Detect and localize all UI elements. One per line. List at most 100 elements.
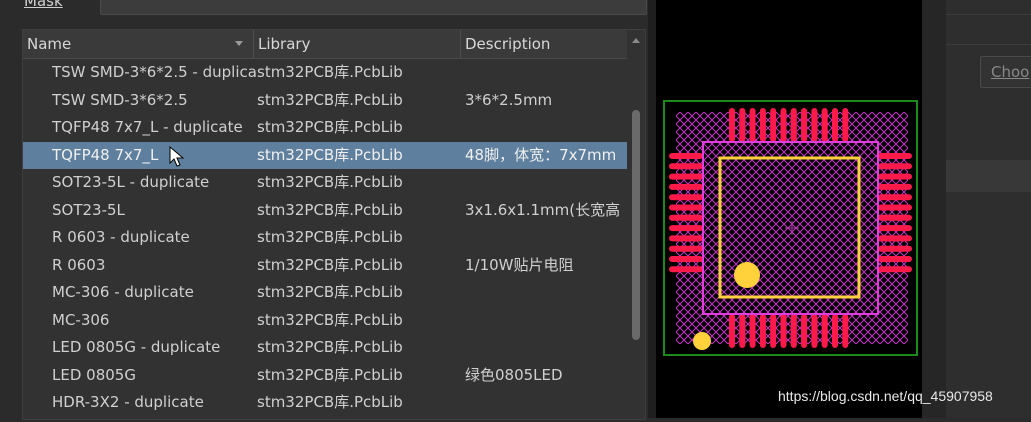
cell-name: TQFP48 7x7_L - duplicate (52, 118, 243, 136)
cell-library: stm32PCB库.PcbLib (257, 228, 403, 246)
scrollbar-thumb[interactable] (632, 110, 640, 340)
pad (832, 314, 838, 348)
pad (878, 256, 912, 262)
pad (821, 314, 828, 348)
list-rows: TSW SMD-3*6*2.5 - duplicate stm32PCB库.Pcb… (23, 59, 627, 417)
table-row[interactable]: LED 0805G - duplicate stm32PCB库.PcbLib (23, 334, 627, 362)
pad (749, 314, 756, 348)
panel-divider (648, 0, 656, 418)
pad (780, 314, 787, 348)
pin1-marker (734, 262, 760, 288)
pad (878, 173, 912, 180)
choose-button-label: Choo (991, 63, 1030, 81)
column-name-label: Name (27, 35, 72, 53)
pad (669, 235, 703, 242)
column-header-name[interactable]: Name (23, 30, 254, 58)
cell-name: TSW SMD-3*6*2.5 (52, 90, 188, 109)
pad (832, 108, 838, 142)
pad (729, 108, 735, 142)
vertical-scrollbar[interactable] (627, 30, 645, 419)
right-panel-rule (946, 44, 1031, 45)
cell-library: stm32PCB库.PcbLib (257, 90, 403, 109)
table-row[interactable]: R 0603 - duplicate stm32PCB库.PcbLib (23, 224, 627, 252)
pad (739, 108, 746, 142)
cell-name: LED 0805G (52, 365, 136, 384)
cell-library: stm32PCB库.PcbLib (257, 118, 403, 136)
cell-library: stm32PCB库.PcbLib (257, 393, 403, 411)
table-row[interactable]: TQFP48 7x7_L stm32PCB库.PcbLib 48脚，体宽：7x7mm (23, 141, 627, 169)
pad (749, 108, 756, 142)
pad (669, 214, 703, 221)
sort-down-icon[interactable] (235, 41, 243, 46)
pad (821, 108, 828, 142)
cell-name: R 0603 (52, 255, 106, 274)
table-row[interactable]: TSW SMD-3*6*2.5 stm32PCB库.PcbLib 3*6*2.5mm (23, 87, 627, 115)
watermark: https://blog.csdn.net/qq_45907958 (778, 388, 993, 404)
pad (842, 108, 849, 142)
cell-name: TQFP48 7x7_L (52, 145, 159, 164)
table-row[interactable]: R 0603 stm32PCB库.PcbLib 1/10W贴片电阻 (23, 252, 627, 280)
column-description-label: Description (465, 35, 551, 53)
pad (878, 183, 912, 190)
pad (669, 173, 703, 180)
cell-library: stm32PCB库.PcbLib (257, 255, 403, 274)
list-header: Name Library Description (23, 30, 645, 59)
table-row[interactable]: TQFP48 7x7_L - duplicate stm32PCB库.PcbLib (23, 114, 627, 142)
pad (739, 314, 746, 348)
pad (770, 108, 777, 142)
right-panel-band (946, 160, 1031, 192)
table-row[interactable]: SOT23-5L stm32PCB库.PcbLib 3x1.6x1.1mm(长宽高 (23, 197, 627, 225)
table-row[interactable]: TSW SMD-3*6*2.5 - duplicate stm32PCB库.Pcb… (23, 59, 627, 87)
table-row[interactable]: HDR-3X2 - duplicate stm32PCB库.PcbLib (23, 389, 627, 417)
cell-library: stm32PCB库.PcbLib (257, 200, 403, 219)
footprint-list[interactable]: Name Library Description TSW SMD-3*6*2.5… (22, 29, 646, 420)
pad (842, 314, 849, 348)
footprint-canvas (663, 100, 918, 356)
cell-library: stm32PCB库.PcbLib (257, 283, 403, 301)
table-row[interactable]: LED 0805G stm32PCB库.PcbLib 绿色0805LED (23, 362, 627, 390)
cell-description: 3*6*2.5mm (465, 90, 553, 109)
pin1-dot (693, 332, 711, 350)
pad (759, 314, 766, 348)
right-panel-edge (936, 0, 946, 418)
column-header-description[interactable]: Description (461, 30, 627, 58)
pad (770, 314, 777, 348)
mask-input[interactable] (100, 0, 647, 15)
cell-library: stm32PCB库.PcbLib (257, 63, 403, 81)
pad (790, 314, 797, 348)
cell-description: 绿色0805LED (465, 365, 563, 384)
pad (878, 214, 912, 221)
pad (878, 153, 912, 159)
scroll-up-icon[interactable] (632, 38, 640, 43)
pad (878, 225, 912, 232)
footprint-preview (656, 0, 922, 418)
cell-name: TSW SMD-3*6*2.5 - duplicate (52, 63, 256, 81)
pad (878, 245, 912, 252)
mask-label: Mask (24, 0, 63, 10)
pad (801, 314, 808, 348)
cell-name: SOT23-5L - duplicate (52, 173, 210, 191)
table-row[interactable]: MC-306 stm32PCB库.PcbLib (23, 307, 627, 335)
right-divider (922, 0, 936, 418)
pad (811, 314, 818, 348)
cell-name: SOT23-5L (52, 200, 125, 219)
pad (790, 108, 797, 142)
cell-name: MC-306 - duplicate (52, 283, 194, 301)
table-row[interactable]: SOT23-5L - duplicate stm32PCB库.PcbLib (23, 169, 627, 197)
pad (729, 314, 735, 348)
table-row[interactable]: MC-306 - duplicate stm32PCB库.PcbLib (23, 279, 627, 307)
cell-name: LED 0805G - duplicate (52, 338, 221, 356)
cell-library: stm32PCB库.PcbLib (257, 173, 403, 191)
right-panel-rule (946, 14, 1031, 15)
pad (669, 225, 703, 232)
pad (878, 194, 912, 201)
pad (878, 235, 912, 242)
cell-description: 1/10W贴片电阻 (465, 255, 574, 274)
cell-library: stm32PCB库.PcbLib (257, 338, 403, 356)
pad (780, 108, 787, 142)
pad (878, 204, 912, 211)
cell-name: HDR-3X2 - duplicate (52, 393, 204, 411)
pad (669, 153, 703, 159)
cell-library: stm32PCB库.PcbLib (257, 310, 403, 329)
column-header-library[interactable]: Library (254, 30, 461, 58)
